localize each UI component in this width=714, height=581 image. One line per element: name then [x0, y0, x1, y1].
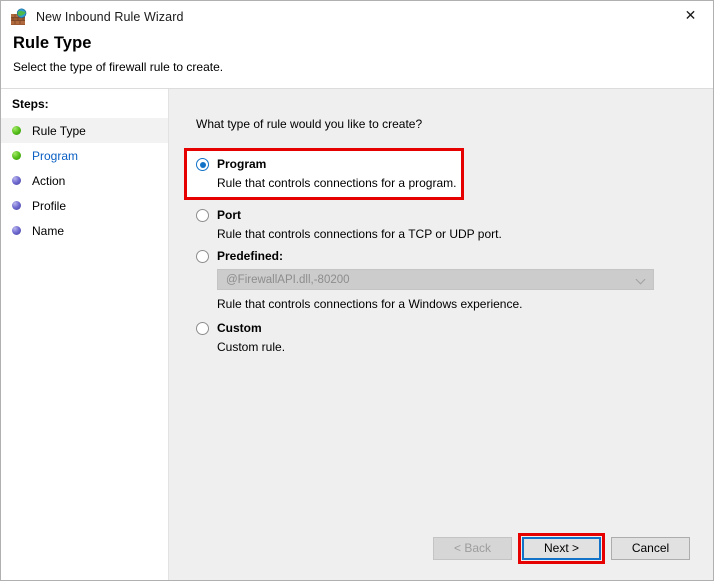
firewall-brick-globe-icon: [10, 7, 28, 26]
sidebar-item-label: Name: [32, 223, 65, 238]
page-header: Rule Type Select the type of firewall ru…: [1, 32, 713, 89]
page-title: Rule Type: [13, 34, 92, 52]
predefined-dropdown-value: @FirewallAPI.dll,-80200: [226, 273, 350, 286]
chevron-down-icon: [637, 275, 646, 284]
option-title: Port: [217, 208, 241, 222]
red-highlight-box: [184, 148, 464, 200]
step-bullet-icon: [12, 176, 21, 185]
radio-predefined[interactable]: [196, 250, 209, 263]
sidebar-item-action[interactable]: Action: [1, 168, 168, 193]
title-bar: New Inbound Rule Wizard ✕: [1, 1, 713, 32]
option-program[interactable]: Program Rule that controls connections f…: [184, 148, 713, 200]
sidebar-item-label: Rule Type: [32, 123, 86, 138]
option-description: Rule that controls connections for a TCP…: [217, 227, 502, 241]
sidebar-item-rule-type[interactable]: Rule Type: [1, 118, 168, 143]
page-subtitle: Select the type of firewall rule to crea…: [13, 60, 224, 74]
radio-port[interactable]: [196, 209, 209, 222]
option-custom[interactable]: Custom Custom rule.: [196, 321, 713, 354]
option-description: Custom rule.: [217, 340, 286, 354]
radio-program[interactable]: [196, 158, 209, 171]
question-text: What type of rule would you like to crea…: [196, 117, 423, 131]
steps-heading: Steps:: [12, 97, 49, 111]
cancel-button[interactable]: Cancel: [611, 536, 690, 560]
radio-custom[interactable]: [196, 322, 209, 335]
sidebar-item-label: Profile: [32, 198, 67, 213]
option-title: Predefined:: [217, 249, 284, 263]
back-button: < Back: [433, 536, 512, 560]
wizard-window: New Inbound Rule Wizard ✕ Rule Type Sele…: [0, 0, 714, 581]
option-port[interactable]: Port Rule that controls connections for …: [196, 208, 713, 241]
option-title: Program: [217, 157, 267, 171]
option-description: Rule that controls connections for a pro…: [217, 176, 457, 190]
sidebar-item-name[interactable]: Name: [1, 218, 168, 243]
footer-button-bar: < Back Next > Cancel: [169, 516, 713, 580]
close-icon[interactable]: ✕: [668, 1, 713, 31]
option-title: Custom: [217, 321, 262, 335]
next-button-wrapper: Next >: [512, 532, 605, 564]
step-bullet-icon: [12, 201, 21, 210]
steps-sidebar: Steps: Rule Type Program Action Profile …: [1, 89, 169, 580]
step-bullet-icon: [12, 151, 21, 160]
window-body: Steps: Rule Type Program Action Profile …: [1, 89, 713, 580]
step-bullet-icon: [12, 126, 21, 135]
predefined-dropdown[interactable]: @FirewallAPI.dll,-80200: [217, 269, 654, 290]
window-title: New Inbound Rule Wizard: [36, 9, 184, 24]
sidebar-item-label: Program: [32, 148, 79, 163]
sidebar-item-label: Action: [32, 173, 66, 188]
step-bullet-icon: [12, 226, 21, 235]
option-description: Rule that controls connections for a Win…: [217, 297, 523, 311]
content-panel: What type of rule would you like to crea…: [169, 89, 713, 580]
rule-type-radio-group: Program Rule that controls connections f…: [184, 148, 713, 354]
option-predefined[interactable]: Predefined: @FirewallAPI.dll,-80200 Rule…: [196, 249, 713, 311]
sidebar-item-program[interactable]: Program: [1, 143, 168, 168]
sidebar-item-profile[interactable]: Profile: [1, 193, 168, 218]
next-button[interactable]: Next >: [522, 536, 601, 560]
